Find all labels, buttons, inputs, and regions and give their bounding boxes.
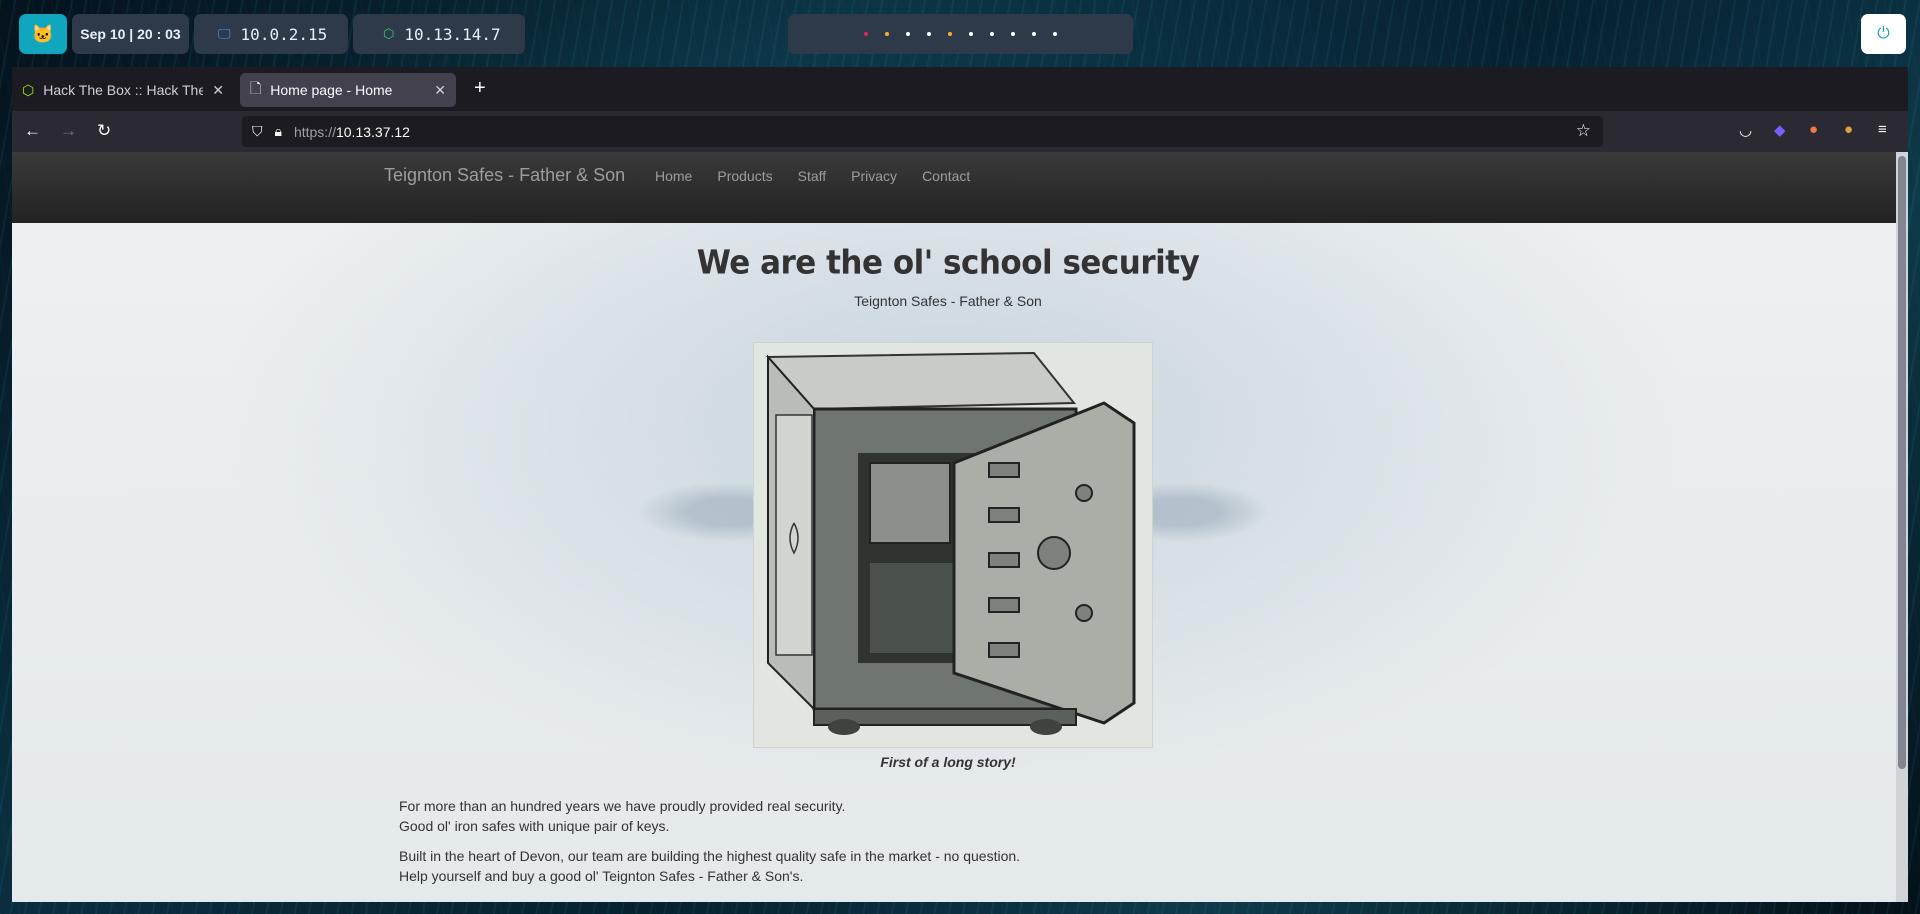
foxyproxy-icon[interactable]: ● — [1809, 121, 1818, 138]
power-button[interactable]: ⏻ — [1861, 14, 1906, 54]
scrollbar[interactable] — [1896, 152, 1908, 902]
local-ip: 10.0.2.15 — [240, 24, 328, 44]
htb-cube-icon: ⬡ — [22, 81, 35, 98]
vpn-ip: 10.13.14.7 — [404, 24, 501, 44]
about-paragraph: Built in the heart of Devon, our team ar… — [399, 846, 1020, 886]
page-subtitle: Teignton Safes - Father & Son — [854, 293, 1042, 309]
nav-toolbar: ← → ↻ ⛉ 🔒︎ https://10.13.37.12 ☆ ◡ ◆ ● ●… — [12, 111, 1908, 152]
workspace-indicator[interactable] — [788, 14, 1133, 54]
extension-icon[interactable]: ◆ — [1774, 121, 1786, 139]
tab-title: Home page - Home — [270, 82, 393, 98]
url-scheme: https:// — [293, 123, 336, 140]
workspace-dot-2[interactable] — [885, 32, 889, 36]
nav-privacy[interactable]: Privacy — [851, 168, 897, 184]
nav-contact[interactable]: Contact — [922, 168, 970, 184]
safe-illustration — [753, 342, 1153, 748]
clock-date: Sep 10 — [80, 26, 126, 42]
cube-icon: ⬡ — [383, 26, 395, 42]
menu-button[interactable]: 🐱 — [19, 14, 67, 54]
paragraph-line: For more than an hundred years we have p… — [399, 798, 846, 814]
site-nav-links: Home Products Staff Privacy Contact — [655, 168, 970, 184]
page-title: We are the ol' school security — [696, 244, 1200, 282]
tab-title: Hack The Box :: Hack The — [43, 82, 204, 98]
monitor-icon: 🖵 — [218, 26, 231, 42]
workspace-dot-6[interactable] — [969, 32, 973, 36]
clock-time: 20 : 03 — [137, 26, 181, 42]
workspace-dot-8[interactable] — [1011, 32, 1015, 36]
workspace-dot-1[interactable] — [864, 32, 868, 36]
nav-products[interactable]: Products — [717, 168, 772, 184]
clock: Sep 10 | 20 : 03 — [72, 14, 189, 54]
local-ip-widget[interactable]: 🖵 10.0.2.15 — [194, 14, 348, 54]
intro-paragraph: For more than an hundred years we have p… — [399, 796, 845, 836]
browser-window: ⬡ Hack The Box :: Hack The ✕ 🗋 Home page… — [12, 67, 1908, 902]
site-brand[interactable]: Teignton Safes - Father & Son — [384, 165, 625, 186]
cookie-icon[interactable]: ● — [1844, 121, 1853, 138]
shield-icon[interactable]: ⛉ — [252, 123, 263, 140]
paragraph-line: Good ol' iron safes with unique pair of … — [399, 818, 670, 834]
reload-icon[interactable]: ↻ — [97, 121, 111, 141]
power-icon: ⏻ — [1877, 25, 1890, 42]
page-icon: 🗋 — [250, 80, 262, 96]
nav-home[interactable]: Home — [655, 168, 692, 184]
scrollbar-thumb[interactable] — [1898, 156, 1906, 769]
workspace-dot-5[interactable] — [948, 32, 952, 36]
cat-icon: 🐱 — [31, 23, 55, 44]
nav-staff[interactable]: Staff — [798, 168, 827, 184]
top-panel: 🐱 Sep 10 | 20 : 03 🖵 10.0.2.15 ⬡ 10.13.1… — [0, 14, 1920, 56]
url-bar[interactable]: ⛉ 🔒︎ https://10.13.37.12 ☆ — [242, 116, 1603, 147]
workspace-dot-7[interactable] — [990, 32, 994, 36]
paragraph-line: Built in the heart of Devon, our team ar… — [399, 848, 1021, 864]
pocket-icon[interactable]: ◡ — [1739, 121, 1752, 139]
workspace-dot-10[interactable] — [1053, 32, 1057, 36]
back-arrow-icon[interactable]: ← — [24, 121, 41, 141]
tab-hackthebox[interactable]: ⬡ Hack The Box :: Hack The ✕ — [12, 73, 234, 107]
forward-arrow-icon[interactable]: → — [60, 121, 77, 141]
bookmark-star-icon[interactable]: ☆ — [1576, 121, 1591, 141]
workspace-dot-3[interactable] — [906, 32, 910, 36]
page-viewport: Teignton Safes - Father & Son Home Produ… — [12, 152, 1896, 902]
paragraph-line: Help yourself and buy a good ol' Teignto… — [399, 868, 804, 884]
workspace-dot-4[interactable] — [927, 32, 931, 36]
hamburger-menu-icon[interactable]: ≡ — [1878, 121, 1887, 138]
lock-icon[interactable]: 🔒︎ — [275, 123, 282, 140]
tab-home[interactable]: 🗋 Home page - Home ✕ — [240, 73, 456, 107]
workspace-dot-9[interactable] — [1032, 32, 1036, 36]
close-icon[interactable]: ✕ — [212, 82, 224, 99]
new-tab-button[interactable]: + — [474, 77, 486, 100]
image-caption: First of a long story! — [880, 754, 1016, 770]
vpn-ip-widget[interactable]: ⬡ 10.13.14.7 — [353, 14, 525, 54]
site-navbar: Teignton Safes - Father & Son Home Produ… — [12, 152, 1896, 223]
close-icon[interactable]: ✕ — [434, 82, 446, 99]
tab-strip: ⬡ Hack The Box :: Hack The ✕ 🗋 Home page… — [12, 67, 1908, 111]
url-host: 10.13.37.12 — [335, 123, 410, 140]
